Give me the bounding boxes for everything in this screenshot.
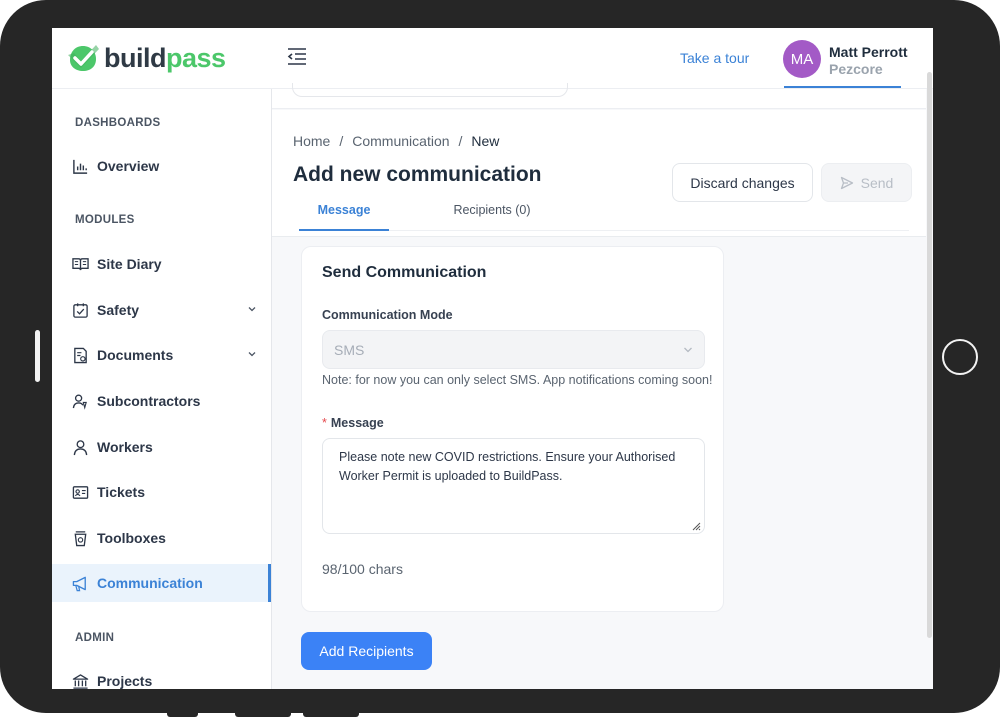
send-communication-card: Send Communication Communication Mode SM… bbox=[301, 246, 724, 612]
buildpass-logo[interactable]: buildpass bbox=[66, 42, 226, 74]
sidebar-item-documents[interactable]: Documents bbox=[52, 336, 271, 374]
message-textarea[interactable]: Please note new COVID restrictions. Ensu… bbox=[322, 438, 705, 534]
breadcrumb-home[interactable]: Home bbox=[293, 133, 330, 149]
app-screen: buildpass Take a tour MA Matt Perrott Pe… bbox=[52, 28, 933, 689]
card-title: Send Communication bbox=[322, 264, 487, 281]
search-pill[interactable] bbox=[292, 83, 568, 97]
tablet-foot bbox=[303, 710, 359, 717]
avatar[interactable]: MA bbox=[783, 40, 821, 78]
tablet-foot bbox=[235, 710, 291, 717]
character-count: 98/100 chars bbox=[322, 561, 403, 577]
bank-icon bbox=[71, 672, 89, 689]
sidebar-item-label: Site Diary bbox=[97, 256, 162, 272]
page-scrollbar[interactable] bbox=[927, 72, 932, 638]
app-header: buildpass Take a tour MA Matt Perrott Pe… bbox=[52, 28, 933, 89]
breadcrumb-communication[interactable]: Communication bbox=[352, 133, 449, 149]
sub-header-bar bbox=[272, 83, 926, 109]
sidebar-item-label: Safety bbox=[97, 302, 140, 318]
sidebar-item-label: Tickets bbox=[97, 484, 145, 500]
sidebar-item-site-diary[interactable]: Site Diary bbox=[52, 245, 271, 283]
bar-chart-icon bbox=[71, 157, 89, 175]
checkbox-icon bbox=[71, 301, 89, 319]
tablet-home-button bbox=[942, 339, 978, 375]
sidebar-item-label: Projects bbox=[97, 673, 153, 689]
book-icon bbox=[71, 255, 89, 273]
sidebar-item-overview[interactable]: Overview bbox=[52, 147, 271, 185]
resize-handle-icon[interactable] bbox=[691, 521, 701, 531]
logo-check-icon bbox=[68, 45, 99, 71]
discard-changes-button[interactable]: Discard changes bbox=[672, 163, 813, 202]
sidebar-item-projects[interactable]: Projects bbox=[52, 662, 271, 689]
sidebar-item-workers[interactable]: Workers bbox=[52, 428, 271, 466]
user-organization: Pezcore bbox=[829, 61, 883, 77]
tablet-side-button bbox=[35, 330, 40, 382]
send-button[interactable]: Send bbox=[821, 163, 912, 202]
send-button-label: Send bbox=[860, 174, 894, 191]
chevron-down-icon bbox=[684, 347, 692, 353]
sidebar-item-label: Documents bbox=[97, 347, 174, 363]
communication-mode-label: Communication Mode bbox=[322, 308, 453, 322]
sidebar-item-label: Subcontractors bbox=[97, 393, 201, 409]
required-mark: * bbox=[322, 416, 327, 430]
logo-text-pass: pass bbox=[165, 43, 226, 73]
id-card-icon bbox=[71, 483, 89, 501]
tab-recipients[interactable]: Recipients (0) bbox=[442, 203, 542, 231]
sidebar-item-label: Toolboxes bbox=[97, 530, 166, 546]
user-menu-underline bbox=[784, 86, 901, 88]
sidebar-item-label: Workers bbox=[97, 439, 153, 455]
tab-message[interactable]: Message bbox=[299, 203, 389, 231]
take-a-tour-link[interactable]: Take a tour bbox=[680, 50, 749, 66]
breadcrumb-separator: / bbox=[458, 133, 463, 149]
sidebar-item-toolboxes[interactable]: Toolboxes bbox=[52, 519, 271, 557]
document-icon bbox=[71, 346, 89, 364]
communication-mode-select[interactable]: SMS bbox=[322, 330, 705, 369]
chevron-down-icon[interactable] bbox=[247, 304, 257, 314]
page-title: Add new communication bbox=[293, 163, 542, 186]
users-icon bbox=[71, 392, 89, 410]
sidebar-item-subcontractors[interactable]: Subcontractors bbox=[52, 382, 271, 420]
add-recipients-button[interactable]: Add Recipients bbox=[301, 632, 432, 670]
tablet-foot bbox=[167, 710, 198, 717]
sidebar-section-dashboards: DASHBOARDS bbox=[75, 117, 161, 129]
communication-mode-note: Note: for now you can only select SMS. A… bbox=[322, 373, 713, 387]
breadcrumb-current: New bbox=[471, 133, 500, 149]
sidebar-section-admin: ADMIN bbox=[75, 632, 115, 644]
message-label-text: Message bbox=[330, 416, 384, 430]
menu-collapse-icon[interactable] bbox=[286, 46, 308, 68]
user-icon bbox=[71, 438, 89, 456]
sidebar-item-safety[interactable]: Safety bbox=[52, 291, 271, 329]
sidebar: DASHBOARDS Overview MODULES Site Diary S… bbox=[52, 89, 272, 689]
cup-icon bbox=[71, 529, 89, 547]
message-label: * Message bbox=[322, 416, 384, 430]
megaphone-icon bbox=[71, 574, 89, 592]
sidebar-item-tickets[interactable]: Tickets bbox=[52, 473, 271, 511]
user-name[interactable]: Matt Perrott bbox=[829, 44, 908, 60]
sidebar-section-modules: MODULES bbox=[75, 214, 135, 226]
logo-text-build: build bbox=[104, 43, 166, 73]
breadcrumb-separator: / bbox=[339, 133, 344, 149]
sidebar-item-label: Overview bbox=[97, 158, 160, 174]
tabs-divider bbox=[389, 230, 909, 231]
communication-mode-value: SMS bbox=[334, 341, 365, 358]
page-header: Home / Communication / New Add new commu… bbox=[272, 110, 926, 237]
send-icon bbox=[840, 176, 853, 189]
chevron-down-icon[interactable] bbox=[247, 349, 257, 359]
sidebar-item-label: Communication bbox=[97, 575, 203, 591]
sidebar-item-communication[interactable]: Communication bbox=[52, 564, 271, 602]
breadcrumb: Home / Communication / New bbox=[293, 133, 499, 149]
